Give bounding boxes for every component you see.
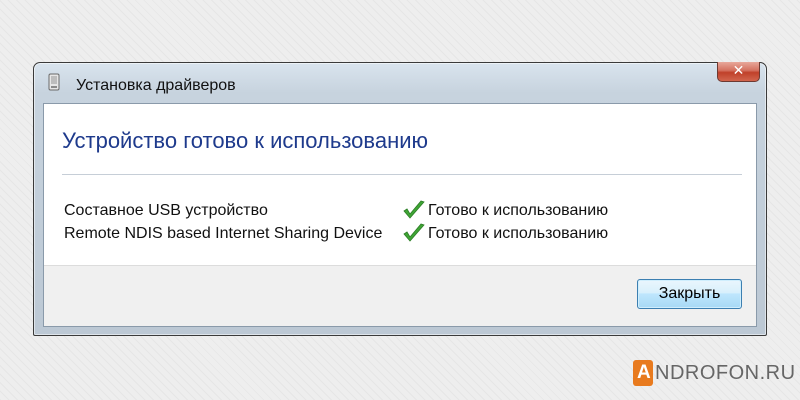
device-row: Remote NDIS based Internet Sharing Devic… <box>64 223 756 245</box>
window-close-button[interactable]: ✕ <box>717 62 760 82</box>
close-icon: ✕ <box>732 63 745 79</box>
android-logo-icon: A <box>633 360 653 386</box>
title-bar[interactable]: Установка драйверов ✕ <box>34 62 766 103</box>
check-icon <box>403 200 425 219</box>
page-title: Устройство готово к использованию <box>62 128 429 153</box>
check-icon <box>403 223 425 242</box>
driver-install-dialog: Установка драйверов ✕ Устройство готово … <box>33 62 767 336</box>
close-button[interactable]: Закрыть <box>637 279 742 309</box>
device-row: Составное USB устройство Готово к исполь… <box>64 200 756 222</box>
watermark-letter: A <box>637 362 651 383</box>
device-status-text: Готово к использованию <box>428 225 609 242</box>
window-title: Установка драйверов <box>76 77 236 94</box>
divider <box>62 174 742 175</box>
watermark-text: NDROFON.RU <box>655 362 796 384</box>
dialog-footer: Закрыть <box>44 265 756 326</box>
device-status-text: Готово к использованию <box>428 202 609 219</box>
device-name: Составное USB устройство <box>64 202 268 219</box>
dialog-content: Устройство готово к использованию Состав… <box>43 103 757 327</box>
device-icon <box>48 73 60 91</box>
device-name: Remote NDIS based Internet Sharing Devic… <box>64 225 383 242</box>
